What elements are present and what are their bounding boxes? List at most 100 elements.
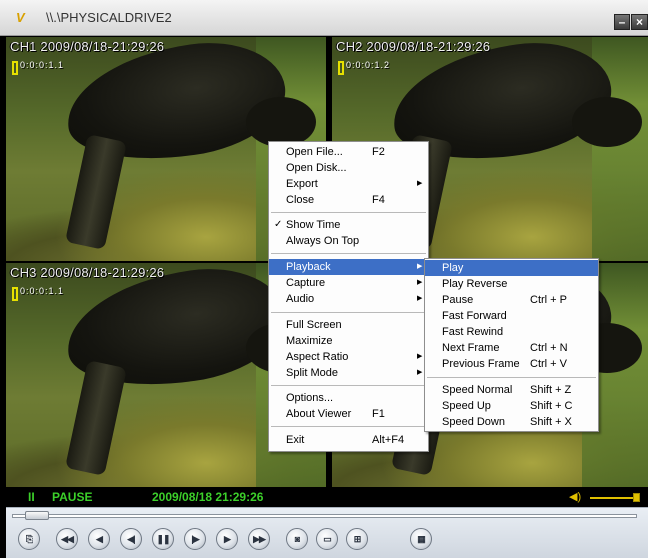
menu-item-previous-frame[interactable]: Previous Frame Ctrl + V: [425, 356, 598, 372]
channel-marker: [338, 61, 344, 75]
menu-item-close[interactable]: Close F4: [269, 192, 428, 208]
menu-item-show-time[interactable]: ✓ Show Time: [269, 217, 428, 233]
menu-separator: [427, 377, 596, 378]
menu-item-label: Show Time: [286, 219, 341, 231]
open-icon: ⎘: [25, 534, 33, 544]
quad-view-button[interactable]: ⊞: [346, 528, 368, 550]
menu-item-speed-down[interactable]: Speed Down Shift + X: [425, 414, 598, 430]
menu-item-label: Options...: [286, 392, 334, 404]
menu-item-maximize[interactable]: Maximize: [269, 333, 428, 349]
menu-item-label: Maximize: [286, 335, 333, 347]
prev-frame-icon: ◀|: [127, 534, 136, 544]
submenu-arrow-icon: ▶: [417, 353, 423, 360]
menu-item-label: Full Screen: [286, 319, 342, 331]
menu-item-fast-rewind[interactable]: Fast Rewind: [425, 324, 598, 340]
channel-marker: [12, 287, 18, 301]
menu-item-label: Open Disk...: [286, 162, 347, 174]
menu-item-label: Audio: [286, 293, 315, 305]
app-logo: V: [16, 10, 25, 25]
menu-item-fast-forward[interactable]: Fast Forward: [425, 308, 598, 324]
menu-item-aspect-ratio[interactable]: Aspect Ratio ▶: [269, 349, 428, 365]
seek-thumb[interactable]: [24, 511, 49, 520]
menu-item-audio[interactable]: Audio ▶: [269, 291, 428, 307]
menu-item-split-mode[interactable]: Split Mode ▶: [269, 365, 428, 381]
menu-item-label: Speed Normal: [442, 384, 513, 396]
playback-submenu: Play Play Reverse Pause Ctrl + P Fast Forwar…: [424, 258, 599, 432]
next-frame-button[interactable]: |▶: [184, 528, 206, 550]
submenu-arrow-icon: ▶: [417, 279, 423, 286]
title-bar: V \\.\PHYSICALDRIVE2 – ×: [0, 0, 648, 36]
menu-item-label: Fast Forward: [442, 310, 507, 322]
menu-separator: [271, 426, 426, 427]
menu-item-exit[interactable]: Exit Alt+F4: [269, 432, 428, 448]
menu-item-shortcut: F2: [372, 146, 385, 158]
menu-separator: [271, 312, 426, 313]
menu-item-capture[interactable]: Capture ▶: [269, 275, 428, 291]
menu-item-shortcut: Ctrl + V: [530, 358, 567, 370]
pause-indicator-icon: II: [28, 490, 35, 504]
grid-icon: ▦: [417, 534, 425, 544]
menu-item-label: Previous Frame: [442, 358, 520, 370]
check-icon: ✓: [274, 219, 283, 230]
context-menu: Open File... F2 Open Disk... Export ▶ Close F4…: [268, 141, 429, 452]
menu-item-speed-normal[interactable]: Speed Normal Shift + Z: [425, 382, 598, 398]
menu-item-about-viewer[interactable]: About Viewer F1: [269, 406, 428, 422]
menu-separator: [271, 385, 426, 386]
menu-item-always-on-top[interactable]: Always On Top: [269, 233, 428, 249]
next-frame-icon: |▶: [191, 534, 200, 544]
control-bar: ⎘ ◀◀ ◀ ◀| ❚❚ |▶ ▶ ▶▶ ◙ ▭ ⊞ ▦: [6, 507, 648, 558]
menu-item-shortcut: Alt+F4: [372, 434, 405, 446]
menu-item-label: Aspect Ratio: [286, 351, 349, 363]
menu-item-label: Next Frame: [442, 342, 500, 354]
menu-item-label: Open File...: [286, 146, 343, 158]
playback-state: PAUSE: [52, 490, 93, 504]
menu-item-shortcut: Ctrl + N: [530, 342, 568, 354]
fast-forward-icon: ▶▶: [253, 534, 266, 544]
menu-item-playback[interactable]: Playback ▶: [269, 259, 428, 275]
submenu-arrow-icon: ▶: [417, 180, 423, 187]
single-view-button[interactable]: ▭: [316, 528, 338, 550]
menu-separator: [271, 212, 426, 213]
single-view-icon: ▭: [323, 534, 331, 544]
menu-item-pause[interactable]: Pause Ctrl + P: [425, 292, 598, 308]
window-title: \\.\PHYSICALDRIVE2: [46, 10, 172, 25]
volume-slider-thumb[interactable]: [633, 493, 640, 502]
minimize-button[interactable]: –: [614, 14, 630, 30]
menu-item-open-disk[interactable]: Open Disk...: [269, 160, 428, 176]
seek-bar[interactable]: [12, 514, 637, 518]
playback-timestamp: 2009/08/18 21:29:26: [152, 490, 264, 504]
menu-item-label: Speed Down: [442, 416, 505, 428]
menu-item-label: Always On Top: [286, 235, 360, 247]
menu-item-label: Playback: [286, 261, 331, 273]
menu-item-label: Close: [286, 194, 315, 206]
menu-item-export[interactable]: Export ▶: [269, 176, 428, 192]
menu-item-label: Pause: [442, 294, 474, 306]
menu-item-label: Exit: [286, 434, 305, 446]
submenu-arrow-icon: ▶: [417, 295, 423, 302]
fast-rewind-button[interactable]: ◀: [88, 528, 110, 550]
menu-item-next-frame[interactable]: Next Frame Ctrl + N: [425, 340, 598, 356]
menu-item-label: About Viewer: [286, 408, 352, 420]
speaker-icon[interactable]: ◀): [569, 490, 581, 503]
play-button[interactable]: ▶: [216, 528, 238, 550]
menu-item-options[interactable]: Options...: [269, 390, 428, 406]
skip-back-icon: ◀◀: [61, 534, 74, 544]
menu-item-play-reverse[interactable]: Play Reverse: [425, 276, 598, 292]
skip-to-start-button[interactable]: ◀◀: [56, 528, 78, 550]
pause-button[interactable]: ❚❚: [152, 528, 174, 550]
close-button[interactable]: ×: [631, 14, 648, 30]
fast-forward-button[interactable]: ▶▶: [248, 528, 270, 550]
multi-view-button[interactable]: ▦: [410, 528, 432, 550]
capture-button[interactable]: ◙: [286, 528, 308, 550]
channel-code: 0:0:0:1.1: [20, 60, 65, 70]
camera-icon: ◙: [294, 534, 301, 544]
menu-item-play[interactable]: Play: [425, 260, 598, 276]
previous-frame-button[interactable]: ◀|: [120, 528, 142, 550]
menu-item-open-file[interactable]: Open File... F2: [269, 144, 428, 160]
menu-item-shortcut: F4: [372, 194, 385, 206]
menu-item-full-screen[interactable]: Full Screen: [269, 317, 428, 333]
menu-item-shortcut: Shift + C: [530, 400, 573, 412]
open-file-button[interactable]: ⎘: [18, 528, 40, 550]
menu-item-label: Fast Rewind: [442, 326, 504, 338]
menu-item-speed-up[interactable]: Speed Up Shift + C: [425, 398, 598, 414]
